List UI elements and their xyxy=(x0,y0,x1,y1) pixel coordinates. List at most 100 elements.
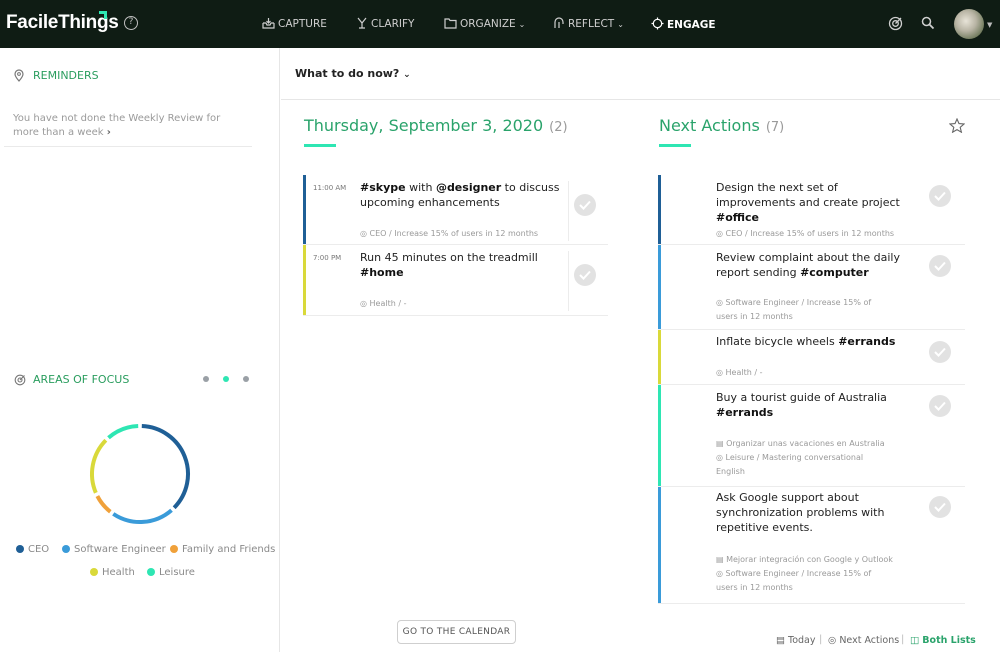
sidebar: REMINDERS You have not done the Weekly R… xyxy=(0,48,280,652)
next-actions-icon: ◎ xyxy=(828,635,840,646)
item-meta: ◎ Health / - xyxy=(716,366,762,380)
what-to-do-label: What to do now? xyxy=(295,67,400,80)
nav-capture[interactable]: CAPTURE xyxy=(262,17,327,30)
item-meta: ◎ CEO / Increase 15% of users in 12 mont… xyxy=(716,227,894,241)
top-navigation-bar: FacileThings ? CAPTURE CLARIFY ORGANIZE ⌄… xyxy=(0,0,1000,48)
divider xyxy=(4,146,252,147)
chevron-right-icon: › xyxy=(106,127,111,138)
donut-segment-software-engineer xyxy=(112,508,173,524)
reminder-text: You have not done the Weekly Review for … xyxy=(13,113,221,138)
donut-segment-leisure xyxy=(107,424,139,440)
view-today-toggle[interactable]: ▤ Today xyxy=(776,635,815,646)
today-title-underline xyxy=(304,144,336,147)
legend-label: Leisure xyxy=(159,567,195,578)
area-color-bar xyxy=(658,245,661,329)
target-icon: ◎ xyxy=(716,453,726,462)
toggle-separator: | xyxy=(901,634,905,645)
complete-check-button[interactable] xyxy=(929,255,951,277)
location-pin-icon xyxy=(14,69,24,82)
event-time: 11:00 AM xyxy=(313,184,347,192)
item-title: Design the next set of improvements and … xyxy=(716,181,900,224)
event-time: 7:00 PM xyxy=(313,254,342,262)
view-both-lists-toggle[interactable]: ◫ Both Lists xyxy=(910,635,976,646)
nav-capture-label: CAPTURE xyxy=(278,18,327,30)
next-action-item[interactable]: Ask Google support about synchronization… xyxy=(658,487,965,604)
target-icon: ◎ xyxy=(360,299,370,308)
nav-reflect-label: REFLECT xyxy=(568,18,615,30)
legend-label: CEO xyxy=(28,544,50,555)
complete-check-button[interactable] xyxy=(929,395,951,417)
nav-organize[interactable]: ORGANIZE ⌄ xyxy=(444,17,525,30)
next-action-item[interactable]: Inflate bicycle wheels #errands ◎ Health… xyxy=(658,330,965,385)
go-to-calendar-button[interactable]: GO TO THE CALENDAR xyxy=(397,620,516,644)
carousel-dot[interactable] xyxy=(203,376,209,382)
chevron-down-icon: ⌄ xyxy=(617,20,624,29)
next-actions-count: (7) xyxy=(765,120,785,135)
areas-of-focus-donut-chart xyxy=(90,424,190,524)
next-actions-label: Next Actions xyxy=(659,116,760,135)
nav-clarify[interactable]: CLARIFY xyxy=(356,17,414,30)
help-icon[interactable]: ? xyxy=(124,16,138,30)
star-icon[interactable] xyxy=(949,118,965,133)
avatar-caret-icon[interactable]: ▼ xyxy=(987,21,992,29)
item-title: Review complaint about the daily report … xyxy=(716,251,900,279)
chevron-down-icon: ⌄ xyxy=(403,70,411,80)
item-title: Ask Google support about synchronization… xyxy=(716,491,885,534)
reminders-heading: REMINDERS xyxy=(33,69,99,82)
item-area-goal-cont: users in 12 months xyxy=(716,583,793,592)
what-to-do-dropdown[interactable]: What to do now? ⌄ xyxy=(295,67,411,80)
next-actions-title-underline xyxy=(659,144,691,147)
search-icon[interactable] xyxy=(921,16,935,30)
complete-check-button[interactable] xyxy=(929,185,951,207)
item-project: Organizar unas vacaciones en Australia xyxy=(726,439,885,448)
view-next-actions-toggle[interactable]: ◎ Next Actions xyxy=(828,635,899,646)
complete-check-button[interactable] xyxy=(574,194,596,216)
next-action-item[interactable]: Review complaint about the daily report … xyxy=(658,245,965,330)
target-icon: ◎ xyxy=(716,368,726,377)
area-color-bar xyxy=(658,385,661,486)
complete-check-button[interactable] xyxy=(929,496,951,518)
legend-item-health: Health xyxy=(90,567,135,578)
next-actions-title: Next Actions (7) xyxy=(659,116,784,135)
check-icon xyxy=(934,261,946,271)
folder-icon xyxy=(444,18,457,29)
item-title: Buy a tourist guide of Australia #errand… xyxy=(716,391,887,419)
item-area-goal-cont: English xyxy=(716,467,745,476)
card-separator xyxy=(568,251,569,311)
user-avatar[interactable] xyxy=(954,9,984,39)
target-icon: ◎ xyxy=(716,298,726,307)
item-title: Run 45 minutes on the treadmill #home xyxy=(360,251,538,279)
project-icon: ▤ xyxy=(716,439,727,448)
item-area-goal: Health / - xyxy=(369,299,407,308)
nav-engage[interactable]: ENGAGE xyxy=(651,17,716,31)
item-area-goal: Leisure / Mastering conversational xyxy=(725,453,864,462)
crosshair-icon xyxy=(651,17,664,30)
donut-segment-ceo xyxy=(141,424,190,510)
item-area-goal: CEO / Increase 15% of users in 12 months xyxy=(369,229,539,238)
item-meta: ▤ Mejorar integración con Google y Outlo… xyxy=(716,553,893,595)
item-area-goal: Software Engineer / Increase 15% of xyxy=(725,569,872,578)
target-icon: ◎ xyxy=(716,229,726,238)
today-item[interactable]: 7:00 PM Run 45 minutes on the treadmill … xyxy=(303,245,608,316)
area-color-bar xyxy=(658,175,661,244)
next-action-item[interactable]: Design the next set of improvements and … xyxy=(658,175,965,245)
today-item[interactable]: 11:00 AM #skype with @designer to discus… xyxy=(303,175,608,245)
today-count: (2) xyxy=(549,120,568,135)
weekly-review-reminder[interactable]: You have not done the Weekly Review for … xyxy=(13,112,243,140)
view-today-label: Today xyxy=(788,635,816,646)
calendar-icon: ▤ xyxy=(776,635,788,646)
next-action-item[interactable]: Buy a tourist guide of Australia #errand… xyxy=(658,385,965,487)
target-icon[interactable] xyxy=(888,16,903,31)
legend-item-family-and-friends: Family and Friends xyxy=(170,544,275,555)
item-area-goal: CEO / Increase 15% of users in 12 months xyxy=(725,229,895,238)
item-area-goal: Software Engineer / Increase 15% of xyxy=(725,298,872,307)
areas-of-focus-heading: AREAS OF FOCUS xyxy=(33,373,130,386)
today-title: Thursday, September 3, 2020 (2) xyxy=(304,116,568,135)
nav-reflect[interactable]: REFLECT ⌄ xyxy=(553,17,624,30)
complete-check-button[interactable] xyxy=(574,264,596,286)
carousel-dot[interactable] xyxy=(243,376,249,382)
carousel-dot-active[interactable] xyxy=(223,376,229,382)
view-both-lists-label: Both Lists xyxy=(922,635,976,646)
legend-item-software-engineer: Software Engineer xyxy=(62,544,166,555)
complete-check-button[interactable] xyxy=(929,341,951,363)
